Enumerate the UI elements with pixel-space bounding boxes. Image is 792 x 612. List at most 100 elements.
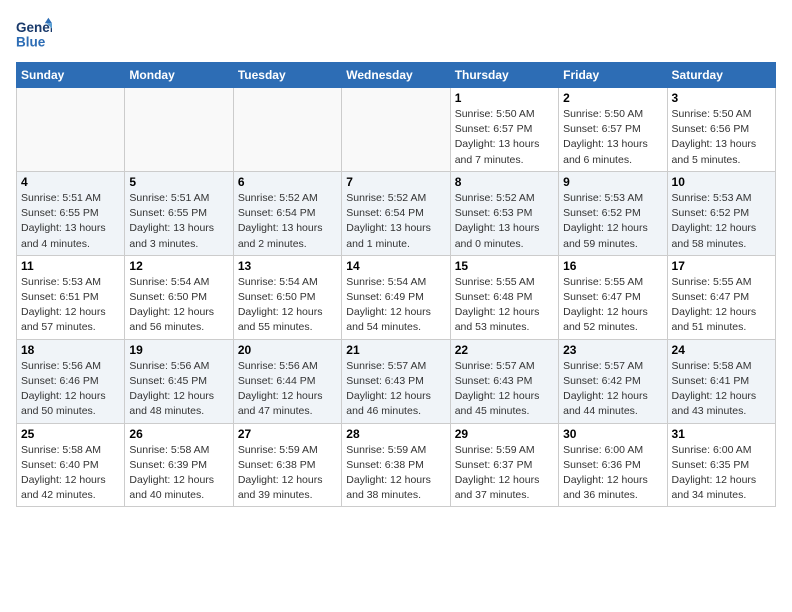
calendar-day-cell: 24 Sunrise: 5:58 AM Sunset: 6:41 PM Dayli… <box>667 339 775 423</box>
day-number: 5 <box>129 175 228 189</box>
day-info: Sunrise: 5:53 AM Sunset: 6:52 PM Dayligh… <box>563 191 662 252</box>
calendar-table: SundayMondayTuesdayWednesdayThursdayFrid… <box>16 62 776 507</box>
day-info: Sunrise: 5:56 AM Sunset: 6:45 PM Dayligh… <box>129 359 228 420</box>
calendar-day-cell: 16Sunrise: 5:55 AM Sunset: 6:47 PM Dayli… <box>559 255 667 339</box>
day-info: Sunrise: 5:50 AM Sunset: 6:57 PM Dayligh… <box>563 107 662 168</box>
day-number: 3 <box>672 91 771 105</box>
day-number: 14 <box>346 259 445 273</box>
day-of-week-header: Friday <box>559 63 667 88</box>
calendar-day-cell: 1 Sunrise: 5:50 AM Sunset: 6:57 PM Daylig… <box>450 88 558 172</box>
day-info: Sunrise: 5:58 AM Sunset: 6:41 PM Dayligh… <box>672 359 771 420</box>
calendar-day-cell: 3 Sunrise: 5:50 AM Sunset: 6:56 PM Daylig… <box>667 88 775 172</box>
logo-icon: General Blue <box>16 16 52 52</box>
day-info: Sunrise: 5:51 AM Sunset: 6:55 PM Dayligh… <box>129 191 228 252</box>
page-header: General Blue <box>16 16 776 52</box>
day-info: Sunrise: 5:53 AM Sunset: 6:51 PM Dayligh… <box>21 275 120 336</box>
day-info: Sunrise: 5:54 AM Sunset: 6:50 PM Dayligh… <box>129 275 228 336</box>
calendar-day-cell: 26 Sunrise: 5:58 AM Sunset: 6:39 PM Dayli… <box>125 423 233 507</box>
calendar-week-row: 25Sunrise: 5:58 AM Sunset: 6:40 PM Dayli… <box>17 423 776 507</box>
calendar-day-cell <box>17 88 125 172</box>
day-info: Sunrise: 5:54 AM Sunset: 6:50 PM Dayligh… <box>238 275 337 336</box>
day-number: 6 <box>238 175 337 189</box>
day-info: Sunrise: 6:00 AM Sunset: 6:36 PM Dayligh… <box>563 443 662 504</box>
calendar-day-cell: 17 Sunrise: 5:55 AM Sunset: 6:47 PM Dayli… <box>667 255 775 339</box>
calendar-day-cell: 12 Sunrise: 5:54 AM Sunset: 6:50 PM Dayli… <box>125 255 233 339</box>
day-of-week-header: Tuesday <box>233 63 341 88</box>
day-number: 24 <box>672 343 771 357</box>
day-info: Sunrise: 5:51 AM Sunset: 6:55 PM Dayligh… <box>21 191 120 252</box>
day-number: 13 <box>238 259 337 273</box>
day-info: Sunrise: 5:56 AM Sunset: 6:44 PM Dayligh… <box>238 359 337 420</box>
day-info: Sunrise: 5:54 AM Sunset: 6:49 PM Dayligh… <box>346 275 445 336</box>
day-of-week-header: Thursday <box>450 63 558 88</box>
day-info: Sunrise: 5:59 AM Sunset: 6:38 PM Dayligh… <box>346 443 445 504</box>
day-info: Sunrise: 5:50 AM Sunset: 6:57 PM Dayligh… <box>455 107 554 168</box>
day-info: Sunrise: 5:52 AM Sunset: 6:53 PM Dayligh… <box>455 191 554 252</box>
day-info: Sunrise: 6:00 AM Sunset: 6:35 PM Dayligh… <box>672 443 771 504</box>
day-number: 31 <box>672 427 771 441</box>
day-number: 17 <box>672 259 771 273</box>
day-number: 23 <box>563 343 662 357</box>
day-number: 20 <box>238 343 337 357</box>
calendar-day-cell: 9Sunrise: 5:53 AM Sunset: 6:52 PM Daylig… <box>559 171 667 255</box>
calendar-day-cell: 15 Sunrise: 5:55 AM Sunset: 6:48 PM Dayli… <box>450 255 558 339</box>
day-number: 1 <box>455 91 554 105</box>
day-number: 2 <box>563 91 662 105</box>
calendar-week-row: 1 Sunrise: 5:50 AM Sunset: 6:57 PM Daylig… <box>17 88 776 172</box>
day-number: 4 <box>21 175 120 189</box>
calendar-day-cell: 25Sunrise: 5:58 AM Sunset: 6:40 PM Dayli… <box>17 423 125 507</box>
day-info: Sunrise: 5:59 AM Sunset: 6:37 PM Dayligh… <box>455 443 554 504</box>
day-number: 16 <box>563 259 662 273</box>
logo: General Blue <box>16 16 52 52</box>
day-info: Sunrise: 5:59 AM Sunset: 6:38 PM Dayligh… <box>238 443 337 504</box>
day-info: Sunrise: 5:55 AM Sunset: 6:48 PM Dayligh… <box>455 275 554 336</box>
day-number: 18 <box>21 343 120 357</box>
calendar-week-row: 4 Sunrise: 5:51 AM Sunset: 6:55 PM Daylig… <box>17 171 776 255</box>
calendar-day-cell: 4 Sunrise: 5:51 AM Sunset: 6:55 PM Daylig… <box>17 171 125 255</box>
calendar-day-cell: 11 Sunrise: 5:53 AM Sunset: 6:51 PM Dayli… <box>17 255 125 339</box>
day-number: 7 <box>346 175 445 189</box>
calendar-day-cell: 18 Sunrise: 5:56 AM Sunset: 6:46 PM Dayli… <box>17 339 125 423</box>
day-info: Sunrise: 5:52 AM Sunset: 6:54 PM Dayligh… <box>346 191 445 252</box>
calendar-day-cell: 31 Sunrise: 6:00 AM Sunset: 6:35 PM Dayli… <box>667 423 775 507</box>
calendar-day-cell: 6 Sunrise: 5:52 AM Sunset: 6:54 PM Daylig… <box>233 171 341 255</box>
day-info: Sunrise: 5:52 AM Sunset: 6:54 PM Dayligh… <box>238 191 337 252</box>
day-number: 30 <box>563 427 662 441</box>
calendar-day-cell: 2 Sunrise: 5:50 AM Sunset: 6:57 PM Daylig… <box>559 88 667 172</box>
day-number: 22 <box>455 343 554 357</box>
day-info: Sunrise: 5:56 AM Sunset: 6:46 PM Dayligh… <box>21 359 120 420</box>
day-number: 11 <box>21 259 120 273</box>
day-number: 12 <box>129 259 228 273</box>
day-info: Sunrise: 5:57 AM Sunset: 6:42 PM Dayligh… <box>563 359 662 420</box>
day-number: 19 <box>129 343 228 357</box>
calendar-day-cell: 27 Sunrise: 5:59 AM Sunset: 6:38 PM Dayli… <box>233 423 341 507</box>
day-info: Sunrise: 5:50 AM Sunset: 6:56 PM Dayligh… <box>672 107 771 168</box>
calendar-day-cell: 21Sunrise: 5:57 AM Sunset: 6:43 PM Dayli… <box>342 339 450 423</box>
day-number: 26 <box>129 427 228 441</box>
day-number: 25 <box>21 427 120 441</box>
calendar-day-cell: 8 Sunrise: 5:52 AM Sunset: 6:53 PM Daylig… <box>450 171 558 255</box>
calendar-day-cell: 22 Sunrise: 5:57 AM Sunset: 6:43 PM Dayli… <box>450 339 558 423</box>
day-info: Sunrise: 5:58 AM Sunset: 6:39 PM Dayligh… <box>129 443 228 504</box>
calendar-week-row: 18 Sunrise: 5:56 AM Sunset: 6:46 PM Dayli… <box>17 339 776 423</box>
day-info: Sunrise: 5:57 AM Sunset: 6:43 PM Dayligh… <box>455 359 554 420</box>
calendar-day-cell <box>233 88 341 172</box>
day-of-week-header: Monday <box>125 63 233 88</box>
calendar-day-cell: 19 Sunrise: 5:56 AM Sunset: 6:45 PM Dayli… <box>125 339 233 423</box>
day-of-week-header: Sunday <box>17 63 125 88</box>
day-number: 27 <box>238 427 337 441</box>
calendar-day-cell <box>342 88 450 172</box>
day-info: Sunrise: 5:55 AM Sunset: 6:47 PM Dayligh… <box>672 275 771 336</box>
calendar-header-row: SundayMondayTuesdayWednesdayThursdayFrid… <box>17 63 776 88</box>
day-of-week-header: Wednesday <box>342 63 450 88</box>
day-number: 8 <box>455 175 554 189</box>
day-of-week-header: Saturday <box>667 63 775 88</box>
calendar-day-cell: 14 Sunrise: 5:54 AM Sunset: 6:49 PM Dayli… <box>342 255 450 339</box>
day-info: Sunrise: 5:57 AM Sunset: 6:43 PM Dayligh… <box>346 359 445 420</box>
calendar-day-cell: 28 Sunrise: 5:59 AM Sunset: 6:38 PM Dayli… <box>342 423 450 507</box>
day-number: 15 <box>455 259 554 273</box>
calendar-day-cell: 29Sunrise: 5:59 AM Sunset: 6:37 PM Dayli… <box>450 423 558 507</box>
day-info: Sunrise: 5:53 AM Sunset: 6:52 PM Dayligh… <box>672 191 771 252</box>
day-number: 28 <box>346 427 445 441</box>
calendar-day-cell: 7 Sunrise: 5:52 AM Sunset: 6:54 PM Daylig… <box>342 171 450 255</box>
